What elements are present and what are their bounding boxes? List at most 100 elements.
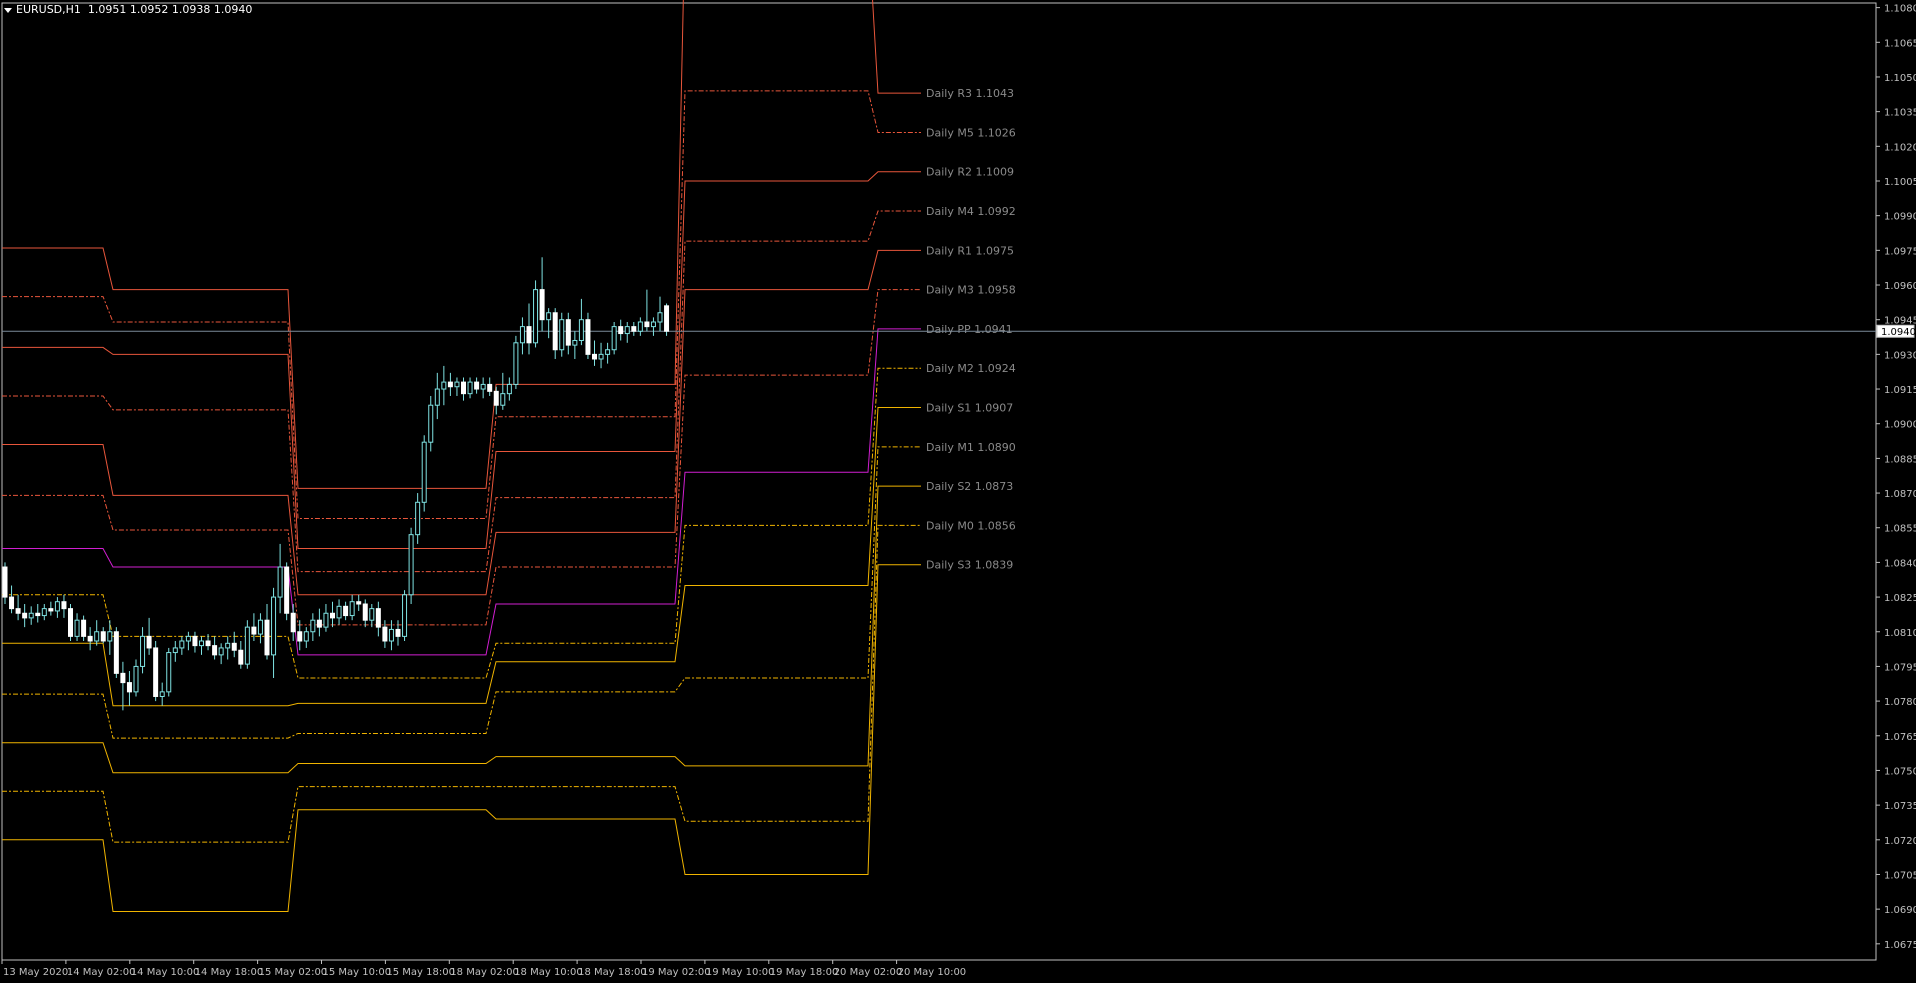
y-tick-label: 1.1080 <box>1884 4 1916 15</box>
candle-body <box>487 383 493 392</box>
pivot-label-r3: Daily R3 1.1043 <box>926 87 1014 100</box>
candle-body <box>461 381 466 395</box>
candle-body <box>113 631 119 674</box>
x-tick-label: 19 May 02:00 <box>642 967 711 978</box>
candle-body <box>54 601 60 612</box>
candle-body <box>323 612 329 628</box>
x-tick-label: 15 May 18:00 <box>386 967 455 978</box>
candle-body <box>480 383 486 390</box>
pivot-label-r1: Daily R1 1.0975 <box>926 244 1014 257</box>
candle-body <box>94 631 100 642</box>
y-tick-label: 1.0690 <box>1884 905 1916 916</box>
candle-body <box>624 326 630 335</box>
candle-body <box>402 594 408 637</box>
candle-body <box>467 381 473 395</box>
x-tick-label: 15 May 10:00 <box>323 967 392 978</box>
candle-body <box>506 383 512 395</box>
candle-body <box>264 619 270 656</box>
candle-body <box>271 596 277 656</box>
candle-body <box>107 631 113 642</box>
candle-body <box>572 339 578 346</box>
candle-body <box>199 640 204 647</box>
candle-body <box>140 635 146 667</box>
candle-body <box>81 619 87 637</box>
dropdown-triangle-icon[interactable] <box>4 7 12 13</box>
y-tick-label: 1.0735 <box>1884 801 1916 812</box>
pivot-line-m2 <box>2 367 921 679</box>
y-tick-label: 1.1005 <box>1884 177 1916 188</box>
y-tick-label: 1.0720 <box>1884 836 1916 847</box>
candle-body <box>100 631 106 642</box>
candle-body <box>257 619 263 635</box>
candle-body <box>192 635 198 647</box>
candle-body <box>15 608 21 614</box>
candle-body <box>218 647 224 656</box>
x-tick-label: 13 May 2020 <box>3 967 68 978</box>
candle-body <box>644 321 650 328</box>
pivot-line-s2 <box>2 485 921 774</box>
y-tick-label: 1.0915 <box>1884 385 1916 396</box>
candle-body <box>362 603 368 621</box>
pivot-line-r2 <box>2 171 921 550</box>
y-tick-label: 1.0750 <box>1884 766 1916 777</box>
y-tick-label: 1.0960 <box>1884 281 1916 292</box>
candle-body <box>48 608 54 612</box>
x-tick-label: 20 May 02:00 <box>834 967 903 978</box>
pivot-label-m0: Daily M0 1.0856 <box>926 519 1016 532</box>
candle-body <box>179 640 185 649</box>
candle-body <box>395 628 401 637</box>
candle-body <box>375 608 381 628</box>
candle-body <box>277 566 283 598</box>
candle-body <box>578 319 584 341</box>
pivot-line-m3 <box>2 289 921 626</box>
candle-body <box>9 596 15 610</box>
x-tick-label: 18 May 18:00 <box>578 967 647 978</box>
candle-body <box>310 619 316 633</box>
y-tick-label: 1.0810 <box>1884 628 1916 639</box>
candle-body <box>336 605 342 619</box>
candle-body <box>493 390 499 406</box>
y-tick-label: 1.0675 <box>1884 940 1916 951</box>
candle-body <box>519 326 525 344</box>
candle-body <box>297 631 303 642</box>
candle-body <box>428 404 434 443</box>
y-tick-label: 1.0990 <box>1884 212 1916 223</box>
pivot-label-m5: Daily M5 1.1026 <box>926 126 1016 139</box>
pivot-label-s2: Daily S2 1.0873 <box>926 480 1013 493</box>
candle-body <box>153 647 159 697</box>
x-tick-label: 14 May 18:00 <box>195 967 264 978</box>
candle-body <box>408 534 414 596</box>
pivot-label-m1: Daily M1 1.0890 <box>926 441 1016 454</box>
pivot-label-m2: Daily M2 1.0924 <box>926 362 1016 375</box>
pivot-label-m4: Daily M4 1.0992 <box>926 205 1016 218</box>
candle-body <box>664 305 670 332</box>
candle-body <box>369 608 375 621</box>
y-tick-label: 1.1065 <box>1884 38 1916 49</box>
x-tick-label: 15 May 02:00 <box>259 967 328 978</box>
candle-body <box>172 647 178 654</box>
pivot-label-m3: Daily M3 1.0958 <box>926 284 1016 297</box>
pivot-line-m5 <box>2 90 921 519</box>
candle-body <box>185 635 191 642</box>
pivot-label-s1: Daily S1 1.0907 <box>926 402 1013 415</box>
candle-body <box>166 652 172 693</box>
y-tick-label: 1.0765 <box>1884 732 1916 743</box>
chart-window[interactable]: 1.1080 1.1065 1.1050 1.1035 1.1020 1.1005 1.09… <box>0 0 1916 983</box>
candle-body <box>22 612 28 619</box>
candle-body <box>349 601 355 617</box>
candle-body <box>500 393 506 406</box>
candle-body <box>316 619 322 628</box>
candle-body <box>356 601 362 605</box>
candle-body <box>35 612 41 617</box>
price-chart[interactable]: 1.1080 1.1065 1.1050 1.1035 1.1020 1.1005 1.09… <box>0 0 1916 983</box>
candle-body <box>421 441 427 503</box>
candle-body <box>251 626 257 635</box>
symbol-label: EURUSD,H1 <box>16 3 81 16</box>
x-tick-label: 14 May 02:00 <box>67 967 136 978</box>
y-tick-label: 1.0780 <box>1884 697 1916 708</box>
ohlc-readout: 1.0951 1.0952 1.0938 1.0940 <box>87 3 253 16</box>
candle-body <box>41 608 47 617</box>
candle-body <box>585 319 591 355</box>
candle-body <box>205 640 211 647</box>
candle-body <box>539 289 545 321</box>
